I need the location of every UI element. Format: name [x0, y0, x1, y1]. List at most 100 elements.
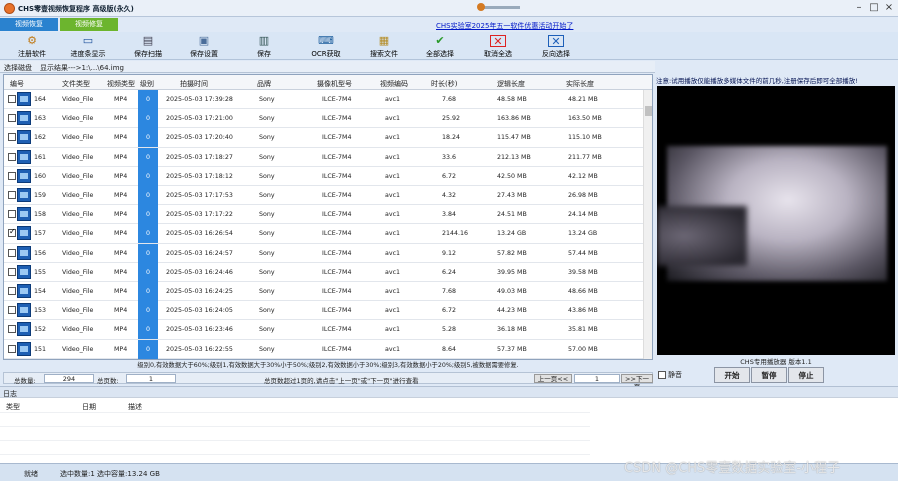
video-file-icon: [17, 284, 31, 298]
prev-page-button[interactable]: 上一页<<: [534, 374, 572, 383]
row-checkbox[interactable]: [8, 152, 16, 161]
minimize-icon[interactable]: –: [852, 2, 866, 13]
row-checkbox[interactable]: [8, 325, 16, 334]
row-actual: 43.86 MB: [568, 307, 598, 315]
scroll-thumb[interactable]: [645, 106, 652, 116]
row-time: 2025-05-03 16:24:46: [166, 268, 233, 276]
row-checkbox[interactable]: [8, 114, 16, 123]
invert-selection-button[interactable]: ✕ 反向选择: [534, 33, 578, 59]
row-id: 152: [34, 326, 47, 334]
col-duration[interactable]: 时长(秒): [431, 79, 457, 89]
row-checkbox[interactable]: [8, 133, 16, 142]
row-checkbox[interactable]: [8, 248, 16, 257]
ocr-button[interactable]: ⌨ OCR获取: [304, 33, 348, 59]
video-file-icon: [17, 226, 31, 241]
row-checkbox[interactable]: [8, 267, 16, 276]
video-file-icon: [17, 245, 31, 260]
table-row[interactable]: 157 0 Video_File MP4 2025-05-03 16:26:54 Sony…: [4, 224, 644, 244]
row-logical: 36.18 MB: [497, 326, 527, 334]
pages-label: 总页数:: [97, 377, 119, 385]
log-grid-line: [0, 440, 590, 441]
log-bar: 日志: [0, 386, 898, 398]
row-checkbox[interactable]: [8, 344, 16, 353]
table-row[interactable]: 164 0 Video_File MP4 2025-05-03 17:39:28 Sony…: [4, 90, 644, 110]
row-vtype: MP4: [114, 345, 128, 353]
save-settings-button[interactable]: ▣ 保存设置: [182, 33, 226, 59]
table-row[interactable]: 154 0 Video_File MP4 2025-05-03 16:24:25 Sony…: [4, 282, 644, 302]
col-codec[interactable]: 视频编码: [380, 79, 408, 89]
row-logical: 57.37 MB: [497, 345, 527, 353]
row-checkbox[interactable]: [8, 95, 16, 103]
volume-slider[interactable]: [477, 3, 520, 11]
save-scan-button[interactable]: ▤ 保存扫描: [126, 33, 170, 59]
promo-link[interactable]: CHS实验室2025年五一软件优惠活动开始了: [436, 21, 573, 31]
status-state: 就绪: [24, 470, 38, 478]
col-level[interactable]: 级别: [140, 79, 154, 89]
row-vtype: MP4: [114, 134, 128, 142]
row-brand: Sony: [259, 134, 275, 142]
col-shoot-time[interactable]: 拍摄时间: [180, 79, 208, 89]
register-button[interactable]: ⚙ 注册软件: [10, 33, 54, 59]
table-row[interactable]: 152 0 Video_File MP4 2025-05-03 16:23:46 Sony…: [4, 320, 644, 340]
col-file-type[interactable]: 文件类型: [62, 79, 90, 89]
gear-icon: ⚙: [27, 34, 37, 47]
table-row[interactable]: 158 0 Video_File MP4 2025-05-03 17:17:22 Sony…: [4, 205, 644, 225]
row-vtype: MP4: [114, 153, 128, 161]
mute-box[interactable]: [658, 371, 666, 379]
row-vtype: MP4: [114, 230, 128, 238]
col-actual-size[interactable]: 实际长度: [566, 79, 594, 89]
row-checkbox[interactable]: [8, 210, 16, 219]
play-button[interactable]: 开始: [714, 367, 750, 383]
table-row[interactable]: 156 0 Video_File MP4 2025-05-03 16:24:57 Sony…: [4, 243, 644, 263]
row-actual: 42.12 MB: [568, 172, 598, 180]
log-grid-line: [0, 412, 590, 413]
row-checkbox[interactable]: [8, 306, 16, 315]
tab-video-repair[interactable]: 视频修复: [60, 18, 118, 31]
select-all-button[interactable]: ✔ 全部选择: [418, 33, 462, 59]
table-row[interactable]: 162 0 Video_File MP4 2025-05-03 17:20:40 Sony…: [4, 128, 644, 148]
table-row[interactable]: 159 0 Video_File MP4 2025-05-03 17:17:53 Sony…: [4, 186, 644, 206]
row-checkbox[interactable]: [8, 287, 16, 295]
row-model: ILCE-7M4: [322, 153, 352, 161]
toolbar: ⚙ 注册软件 ▭ 进度条显示 ▤ 保存扫描 ▣ 保存设置 ▥ 保存 ⌨ OCR获取 ▦ 搜索文…: [0, 32, 898, 60]
maximize-icon[interactable]: □: [867, 2, 881, 13]
page-input[interactable]: 1: [574, 374, 620, 383]
progress-display-button[interactable]: ▭ 进度条显示: [66, 33, 110, 59]
row-id: 154: [34, 288, 47, 295]
search-files-button[interactable]: ▦ 搜索文件: [362, 33, 406, 59]
row-actual: 57.44 MB: [568, 249, 598, 257]
save-button[interactable]: ▥ 保存: [242, 33, 286, 59]
next-page-button[interactable]: >>下一页: [621, 374, 653, 391]
row-checkbox[interactable]: [8, 191, 16, 199]
row-checkbox[interactable]: [8, 171, 16, 180]
table-row[interactable]: 161 0 Video_File MP4 2025-05-03 17:18:27 Sony…: [4, 147, 644, 167]
row-ftype: Video_File: [62, 249, 94, 257]
col-id[interactable]: 编号: [10, 79, 24, 89]
close-window-icon[interactable]: ×: [882, 2, 896, 13]
table-row[interactable]: 155 0 Video_File MP4 2025-05-03 16:24:46 Sony…: [4, 262, 644, 282]
pause-button[interactable]: 暂停: [751, 367, 787, 383]
table-row[interactable]: 151 0 Video_File MP4 2025-05-03 16:22:55 Sony…: [4, 339, 644, 359]
table-scrollbar[interactable]: [643, 90, 652, 359]
video-preview: [657, 86, 895, 355]
row-time: 2025-05-03 16:23:46: [166, 326, 233, 334]
col-camera-model[interactable]: 摄像机型号: [317, 79, 352, 89]
col-brand[interactable]: 品牌: [257, 79, 271, 89]
deselect-all-button[interactable]: ✕ 取消全选: [476, 33, 520, 59]
mute-checkbox[interactable]: 静音: [658, 370, 682, 380]
trial-note: 注意:试用播放仅能播放多媒体文件的前几秒,注册保存后即可全部播放!: [656, 77, 858, 85]
tab-video-recovery[interactable]: 视频恢复: [0, 18, 58, 31]
table-row[interactable]: 160 0 Video_File MP4 2025-05-03 17:18:12 Sony…: [4, 166, 644, 186]
table-row[interactable]: 153 0 Video_File MP4 2025-05-03 16:24:05 Sony…: [4, 301, 644, 321]
row-checkbox[interactable]: [8, 227, 16, 238]
row-actual: 57.00 MB: [568, 345, 598, 353]
col-logical-size[interactable]: 逻辑长度: [497, 79, 525, 89]
table-row[interactable]: 163 0 Video_File MP4 2025-05-03 17:21:00 Sony…: [4, 109, 644, 129]
row-time: 2025-05-03 16:24:25: [166, 288, 233, 295]
total-count: 294: [44, 374, 94, 383]
select-disk-label[interactable]: 选择磁盘: [4, 63, 32, 73]
row-time: 2025-05-03 17:18:12: [166, 172, 233, 180]
row-codec: avc1: [385, 345, 401, 353]
stop-button[interactable]: 停止: [788, 367, 824, 383]
col-video-type[interactable]: 视频类型: [107, 79, 135, 89]
